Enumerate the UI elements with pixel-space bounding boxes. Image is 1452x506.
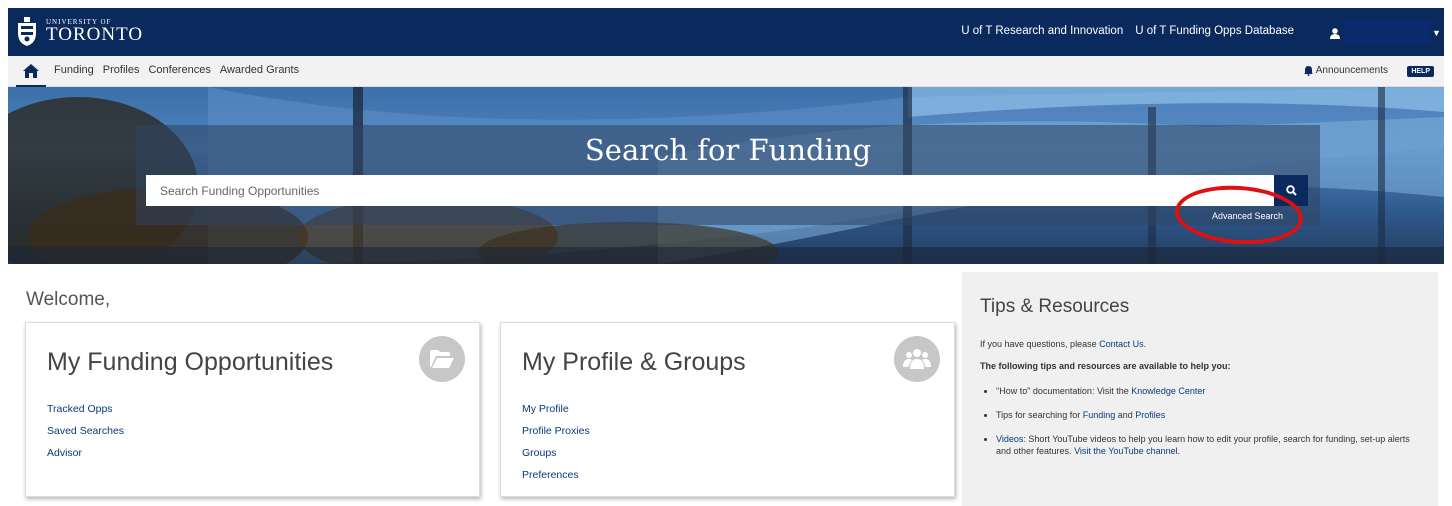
- list-item: Videos: Short YouTube videos to help you…: [996, 433, 1426, 457]
- saved-searches-link[interactable]: Saved Searches: [47, 425, 124, 437]
- nav-conferences[interactable]: Conferences: [148, 64, 210, 76]
- bell-icon: [1303, 65, 1313, 76]
- top-bar: UNIVERSITY OF TORONTO U of T Research an…: [8, 8, 1444, 56]
- university-logo[interactable]: UNIVERSITY OF TORONTO: [16, 14, 143, 50]
- research-innovation-link[interactable]: U of T Research and Innovation: [961, 25, 1123, 37]
- tracked-opps-link[interactable]: Tracked Opps: [47, 403, 113, 415]
- announcements-label: Announcements: [1315, 65, 1388, 76]
- contact-us-link[interactable]: Contact Us: [1099, 339, 1144, 349]
- list-item: Tips for searching for Funding and Profi…: [996, 409, 1426, 421]
- youtube-channel-link[interactable]: Visit the YouTube channel: [1074, 446, 1178, 456]
- card-title: My Funding Opportunities: [47, 348, 334, 376]
- search-panel: Search for Funding Advanced Search: [136, 125, 1320, 225]
- nav-bar: Funding Profiles Conferences Awarded Gra…: [8, 56, 1444, 87]
- profile-groups-card: My Profile & Groups My Profile Profile P…: [500, 322, 955, 497]
- help-button[interactable]: HELP: [1407, 66, 1434, 77]
- funding-opportunities-card: My Funding Opportunities Tracked Opps Sa…: [25, 322, 480, 497]
- tips-lead: The following tips and resources are ava…: [980, 361, 1231, 371]
- tips-intro: If you have questions, please Contact Us…: [980, 339, 1147, 349]
- user-name-box[interactable]: [1344, 20, 1430, 44]
- funding-opps-database-link[interactable]: U of T Funding Opps Database: [1135, 25, 1294, 37]
- funding-tips-link[interactable]: Funding: [1083, 410, 1116, 420]
- user-icon[interactable]: [1330, 26, 1340, 44]
- advisor-link[interactable]: Advisor: [47, 447, 82, 459]
- search-icon: [1285, 185, 1297, 196]
- announcements-link[interactable]: Announcements: [1303, 65, 1388, 76]
- welcome-heading: Welcome,: [26, 289, 111, 310]
- videos-link[interactable]: Videos: [996, 434, 1023, 444]
- folder-open-icon: [419, 336, 465, 382]
- nav-awarded-grants[interactable]: Awarded Grants: [220, 64, 299, 76]
- groups-link[interactable]: Groups: [522, 447, 556, 459]
- my-profile-link[interactable]: My Profile: [522, 403, 569, 415]
- tips-resources-panel: Tips & Resources If you have questions, …: [962, 272, 1438, 506]
- knowledge-center-link[interactable]: Knowledge Center: [1131, 386, 1205, 396]
- profile-proxies-link[interactable]: Profile Proxies: [522, 425, 590, 437]
- tips-title: Tips & Resources: [980, 296, 1130, 317]
- profiles-tips-link[interactable]: Profiles: [1135, 410, 1165, 420]
- list-item: "How to" documentation: Visit the Knowle…: [996, 385, 1426, 397]
- search-input[interactable]: [146, 175, 1274, 206]
- nav-funding[interactable]: Funding: [54, 64, 94, 76]
- preferences-link[interactable]: Preferences: [522, 469, 579, 481]
- logo-bottom-text: TORONTO: [46, 24, 144, 45]
- chevron-down-icon[interactable]: ▼: [1432, 28, 1441, 38]
- crest-icon: [16, 17, 38, 47]
- home-icon: [23, 63, 39, 78]
- card-title: My Profile & Groups: [522, 348, 746, 376]
- home-button[interactable]: [16, 56, 46, 87]
- users-icon: [894, 336, 940, 382]
- nav-profiles[interactable]: Profiles: [103, 64, 140, 76]
- hero-title: Search for Funding: [584, 133, 872, 167]
